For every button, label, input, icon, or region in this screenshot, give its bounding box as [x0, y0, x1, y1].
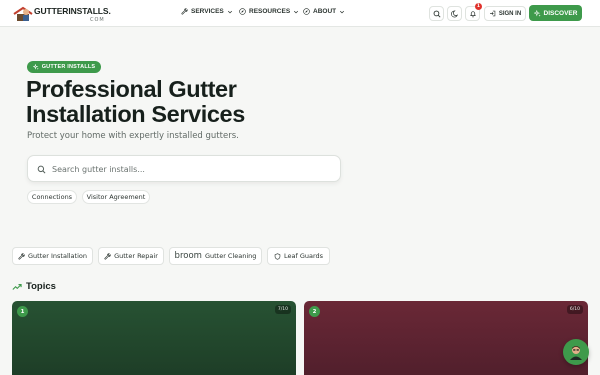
site-header: GUTTERINSTALLS. COM SERVICES RESOURCES A…	[0, 0, 600, 27]
category-label: Gutter Cleaning	[204, 252, 257, 260]
chevron-down-icon	[294, 10, 299, 13]
search-input[interactable]	[52, 161, 332, 177]
brand-name: GUTTERINSTALLS.	[34, 6, 111, 16]
nav-about-label: ABOUT	[313, 8, 337, 15]
topic-card-count: 6/10	[566, 305, 583, 314]
topic-card-number: 2	[309, 306, 320, 317]
avatar-icon	[570, 346, 582, 360]
topic-card-count: 7/10	[274, 305, 291, 314]
topics-heading-label: Topics	[26, 281, 56, 292]
search-box	[27, 155, 341, 182]
category-label: Gutter Repair	[114, 252, 158, 260]
hero-badge-label: GUTTER INSTALLS	[41, 64, 96, 70]
category-gutter-repair[interactable]: Gutter Repair	[98, 247, 164, 265]
category-gutter-cleaning[interactable]: broom Gutter Cleaning	[169, 247, 262, 265]
chevron-down-icon	[340, 10, 345, 13]
search-button[interactable]	[429, 6, 444, 21]
sparkle-icon	[32, 64, 39, 70]
chip-visitor-agreement[interactable]: Visitor Agreement	[82, 190, 150, 204]
sparkle-icon	[533, 9, 541, 17]
trending-up-icon	[12, 283, 22, 290]
nav-services[interactable]: SERVICES	[181, 8, 233, 15]
topics-heading: Topics	[12, 281, 56, 292]
search-icon	[433, 10, 441, 18]
page-title: Professional Gutter Installation Service…	[26, 76, 245, 127]
chip-connections[interactable]: Connections	[27, 190, 77, 204]
moon-icon	[450, 10, 458, 17]
discover-button[interactable]: DISCOVER	[529, 5, 582, 21]
topic-card[interactable]: 1 7/10	[12, 301, 296, 375]
site-logo[interactable]: GUTTERINSTALLS. COM	[12, 3, 111, 25]
nav-resources-label: RESOURCES	[249, 8, 291, 15]
nav-about[interactable]: ABOUT	[303, 8, 345, 15]
nav-resources[interactable]: RESOURCES	[239, 8, 299, 15]
wrench-icon	[181, 8, 188, 15]
shield-icon	[274, 252, 281, 260]
topic-card[interactable]: 2 6/10	[304, 301, 588, 375]
nav-services-label: SERVICES	[191, 8, 224, 15]
theme-toggle-button[interactable]	[447, 6, 462, 21]
broom-icon: broom	[174, 251, 202, 261]
bell-icon	[469, 10, 476, 17]
compass-icon	[303, 8, 310, 15]
notification-badge: 1	[475, 3, 482, 10]
category-label: Leaf Guards	[283, 252, 324, 260]
wrench-icon	[104, 252, 111, 260]
search-icon	[37, 165, 46, 174]
category-leaf-guards[interactable]: Leaf Guards	[267, 247, 330, 265]
compass-icon	[239, 8, 246, 15]
category-label: Gutter Installation	[28, 252, 87, 260]
chevron-down-icon	[227, 10, 232, 13]
sign-in-button[interactable]: SIGN IN	[484, 6, 526, 21]
discover-label: DISCOVER	[543, 9, 578, 17]
sign-in-label: SIGN IN	[498, 10, 522, 17]
wrench-icon	[18, 252, 25, 260]
assistant-avatar-button[interactable]	[563, 339, 589, 365]
topic-card-number: 1	[17, 306, 28, 317]
category-gutter-installation[interactable]: Gutter Installation	[12, 247, 93, 265]
hero-category-badge: GUTTER INSTALLS	[27, 61, 101, 73]
logo-icon	[13, 6, 33, 21]
login-icon	[489, 10, 496, 17]
page-subtitle: Protect your home with expertly installe…	[27, 131, 239, 141]
brand-tld: COM	[90, 17, 105, 23]
